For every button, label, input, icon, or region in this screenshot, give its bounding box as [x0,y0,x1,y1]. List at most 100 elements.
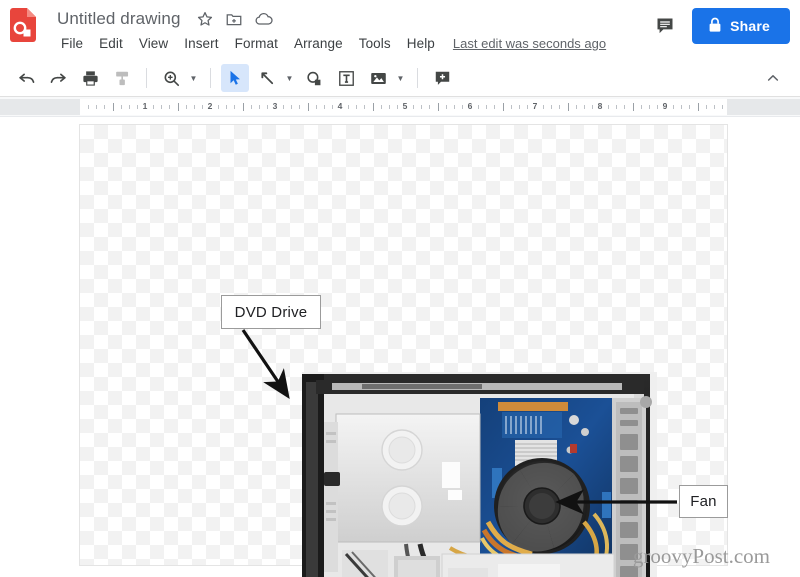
menu-item-format[interactable]: Format [227,33,286,54]
ruler-tick [112,103,114,111]
ruler-tick [364,105,366,109]
line-icon[interactable] [253,64,281,92]
ruler-tick [315,105,317,109]
ruler-tick [437,103,439,111]
last-edit-status[interactable]: Last edit was seconds ago [453,36,606,51]
canvas-area[interactable]: DVD Drive Fan Hard Drive groovyPost. [0,117,800,577]
ruler-tick [396,105,398,109]
share-button-label: Share [730,18,770,34]
ruler-number: 3 [272,101,278,111]
ruler-tick [128,105,130,109]
select-cursor-icon[interactable] [221,64,249,92]
ruler-tick [697,103,699,111]
menu-item-help[interactable]: Help [399,33,443,54]
ruler-tick [307,103,309,111]
ruler-tick [705,105,707,109]
ruler-tick [624,105,626,109]
menu-item-view[interactable]: View [131,33,176,54]
ruler-tick [96,105,98,109]
drawings-document-icon[interactable] [10,8,36,42]
ruler-tick [348,105,350,109]
ruler-tick [632,103,634,111]
ruler-tick [161,105,163,109]
ruler-number: 8 [597,101,603,111]
ruler-number: 4 [337,101,343,111]
ruler-tick [283,105,285,109]
ruler-tick [226,105,228,109]
undo-icon[interactable] [12,64,40,92]
ruler-tick [234,105,236,109]
move-to-folder-icon[interactable] [225,10,243,28]
zoom-icon[interactable] [157,64,185,92]
ruler-tick [656,105,658,109]
ruler-tick [608,105,610,109]
ruler-tick [502,103,504,111]
zoom-dropdown-caret-icon[interactable]: ▼ [187,64,200,92]
chevron-up-icon[interactable] [760,65,786,91]
ruler-tick [429,105,431,109]
ruler-tick [120,105,122,109]
redo-icon[interactable] [44,64,72,92]
label-dvd-drive[interactable]: DVD Drive [221,295,321,329]
ruler-tick [559,105,561,109]
drawing-page[interactable]: DVD Drive Fan Hard Drive [80,125,728,577]
line-dropdown-caret-icon[interactable]: ▼ [283,64,296,92]
app-header: Untitled drawing File Edit View Insert F… [0,0,800,60]
google-drawings-window: Untitled drawing File Edit View Insert F… [0,0,800,577]
ruler-tick [266,105,268,109]
ruler-ticks: 1 2 3 4 5 6 7 8 9 [80,99,727,115]
ruler-tick [616,105,618,109]
ruler-tick [453,105,455,109]
ruler-number: 9 [662,101,668,111]
ruler-tick [494,105,496,109]
menu-item-tools[interactable]: Tools [351,33,399,54]
title-row: Untitled drawing [53,5,273,33]
ruler-tick [356,105,358,109]
label-fan[interactable]: Fan [679,485,728,518]
horizontal-ruler[interactable]: 1 2 3 4 5 6 7 8 9 [0,97,800,117]
add-comment-icon[interactable] [428,64,456,92]
menu-item-file[interactable]: File [53,33,91,54]
watermark: groovyPost.com [632,544,770,568]
ruler-tick [518,105,520,109]
text-box-icon[interactable] [332,64,360,92]
star-icon[interactable] [196,10,214,28]
share-button[interactable]: Share [692,8,790,44]
comment-icon[interactable] [652,13,678,39]
image-icon[interactable] [364,64,392,92]
ruler-tick [242,103,244,111]
toolbar-separator [146,68,147,88]
ruler-tick [543,105,545,109]
label-dvd-drive-text: DVD Drive [234,303,308,321]
ruler-tick [331,105,333,109]
lock-icon [708,17,722,36]
menu-item-insert[interactable]: Insert [176,33,226,54]
menu-item-arrange[interactable]: Arrange [286,33,351,54]
ruler-tick [689,105,691,109]
ruler-tick [380,105,382,109]
label-fan-text: Fan [690,493,717,510]
ruler-tick [185,105,187,109]
ruler-tick [591,105,593,109]
shape-icon[interactable] [300,64,328,92]
ruler-tick [575,105,577,109]
document-title[interactable]: Untitled drawing [53,7,185,31]
menu-item-edit[interactable]: Edit [91,33,131,54]
cloud-saved-icon[interactable] [254,10,273,28]
print-icon[interactable] [76,64,104,92]
paint-format-icon[interactable] [108,64,136,92]
ruler-tick [88,105,90,109]
toolbar-separator [210,68,211,88]
ruler-number: 2 [207,101,213,111]
ruler-tick [388,105,390,109]
ruler-tick [413,105,415,109]
ruler-tick [648,105,650,109]
ruler-tick [583,105,585,109]
ruler-number: 6 [467,101,473,111]
ruler-tick [193,105,195,109]
image-dropdown-caret-icon[interactable]: ▼ [394,64,407,92]
ruler-number: 1 [142,101,148,111]
ruler-tick [299,105,301,109]
desktop-pc-interior-photo[interactable] [302,372,657,577]
ruler-tick [258,105,260,109]
